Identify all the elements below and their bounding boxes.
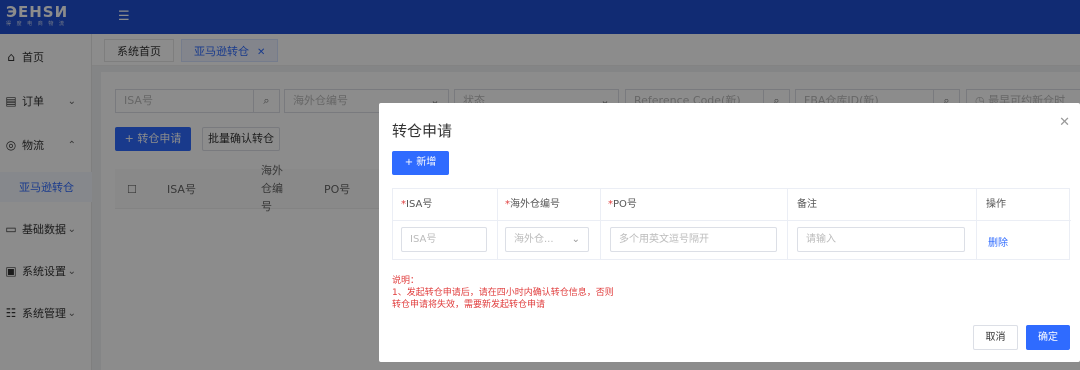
col-remark-header: 备注 xyxy=(797,199,817,210)
isa-input-placeholder: ISA号 xyxy=(410,234,437,245)
col-isa-header: *ISA号 xyxy=(401,199,433,210)
transfer-table: *ISA号 *海外仓编号 *PO号 备注 操作 ISA号 海外仓... ⌄ 多个… xyxy=(392,188,1071,260)
confirm-button[interactable]: 确定 xyxy=(1026,325,1070,350)
cancel-button[interactable]: 取消 xyxy=(973,325,1018,350)
col-po-header: *PO号 xyxy=(608,199,637,210)
dialog-note: 说明： 1、发起转仓申请后，请在四小时内确认转仓信息，否则 转仓申请将失效，需要… xyxy=(392,275,614,311)
col-isa-label: ISA号 xyxy=(406,199,433,210)
note-line: 说明： xyxy=(392,276,420,286)
remark-input-placeholder: 请输入 xyxy=(806,234,836,245)
chevron-down-icon: ⌄ xyxy=(571,234,580,245)
col-action-header: 操作 xyxy=(986,199,1006,210)
note-line: 转仓申请将失效，需要新发起转仓申请 xyxy=(392,300,546,310)
close-icon[interactable]: ✕ xyxy=(1059,115,1070,130)
delete-row-link[interactable]: 删除 xyxy=(988,234,1008,249)
warehouse-select[interactable]: 海外仓... ⌄ xyxy=(505,227,589,252)
col-warehouse-label: 海外仓编号 xyxy=(510,199,560,210)
po-input-placeholder: 多个用英文逗号隔开 xyxy=(619,234,709,245)
remark-input[interactable]: 请输入 xyxy=(797,227,965,252)
transfer-apply-dialog: 转仓申请 ✕ + 新增 *ISA号 *海外仓编号 *PO号 备注 操作 ISA号… xyxy=(379,103,1080,362)
col-po-label: PO号 xyxy=(613,199,637,210)
dialog-title: 转仓申请 xyxy=(392,122,453,140)
warehouse-select-value: 海外仓... xyxy=(514,234,554,245)
isa-input[interactable]: ISA号 xyxy=(401,227,487,252)
table-header-row: *ISA号 *海外仓编号 *PO号 备注 操作 xyxy=(393,189,1071,221)
po-input[interactable]: 多个用英文逗号隔开 xyxy=(610,227,777,252)
col-warehouse-header: *海外仓编号 xyxy=(505,199,560,210)
add-row-button[interactable]: + 新增 xyxy=(392,151,449,175)
note-line: 1、发起转仓申请后，请在四小时内确认转仓信息，否则 xyxy=(392,288,614,298)
table-row: ISA号 海外仓... ⌄ 多个用英文逗号隔开 请输入 删除 xyxy=(393,221,1071,259)
